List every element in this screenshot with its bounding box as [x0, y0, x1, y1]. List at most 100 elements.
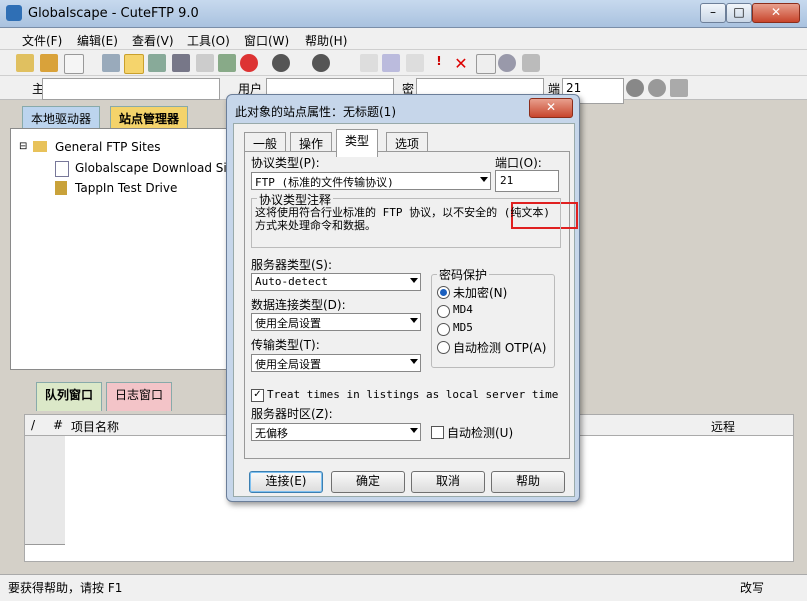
add-site-icon[interactable]	[670, 79, 688, 97]
menu-help[interactable]: 帮助(H)	[305, 32, 347, 49]
cancel-button[interactable]: 取消	[411, 471, 485, 493]
stop-icon[interactable]	[240, 54, 258, 72]
col-number[interactable]: #	[53, 418, 63, 432]
toolbar: ! ✕	[0, 50, 807, 76]
connect-icon[interactable]	[102, 54, 120, 72]
help-button[interactable]: 帮助	[491, 471, 565, 493]
data-conn-select[interactable]: 使用全局设置	[251, 313, 421, 331]
col-remote[interactable]: 远程	[711, 418, 735, 435]
table-row	[25, 454, 65, 473]
edit-icon[interactable]	[360, 54, 378, 72]
table-row	[25, 436, 65, 455]
drive-icon	[55, 181, 67, 195]
shield-icon[interactable]	[522, 54, 540, 72]
radio-label: 自动检测 OTP(A)	[453, 341, 547, 355]
maximize-button[interactable]: □	[726, 3, 752, 23]
minimize-button[interactable]: –	[700, 3, 726, 23]
collapse-icon[interactable]: ⊟	[19, 141, 27, 152]
tab-queue[interactable]: 队列窗口	[36, 382, 103, 411]
protocol-label: 协议类型(P):	[251, 156, 320, 170]
delete-icon[interactable]: ✕	[452, 54, 470, 73]
tree-root[interactable]: General FTP Sites	[55, 140, 160, 154]
download-icon[interactable]	[272, 54, 290, 72]
site-tree: ⊟ General FTP Sites Globalscape Download…	[10, 128, 240, 370]
timezone-value: 无偏移	[255, 427, 288, 440]
folder-icon	[33, 141, 47, 152]
server-type-select[interactable]: Auto-detect	[251, 273, 421, 291]
upload-icon[interactable]	[312, 54, 330, 72]
tab-log[interactable]: 日志窗口	[106, 382, 173, 411]
menu-view[interactable]: 查看(V)	[132, 32, 174, 49]
lock-icon[interactable]	[196, 54, 214, 72]
radio-unencrypted[interactable]	[437, 286, 450, 299]
port-label: 端口(O):	[495, 156, 542, 170]
timezone-label: 服务器时区(Z):	[251, 407, 333, 421]
connect-button[interactable]: 连接(E)	[249, 471, 323, 493]
page-icon	[55, 161, 69, 177]
menu-file[interactable]: 文件(F)	[22, 32, 62, 49]
connect-icon[interactable]	[626, 79, 644, 97]
chevron-down-icon	[410, 278, 418, 283]
radio-label: MD4	[453, 303, 473, 316]
dialog-body: 一般 操作 类型 选项 协议类型(P): FTP (标准的文件传输协议) 端口(…	[233, 123, 578, 497]
host-input[interactable]	[42, 78, 220, 100]
page-icon[interactable]	[476, 54, 496, 74]
queue-tabs: 队列窗口 日志窗口	[36, 380, 256, 411]
col-item-name[interactable]: 项目名称	[71, 418, 119, 435]
col-slash[interactable]: /	[31, 418, 35, 432]
select-icon[interactable]	[124, 54, 144, 74]
menu-edit[interactable]: 编辑(E)	[77, 32, 118, 49]
auto-detect-label: 自动检测(U)	[447, 426, 514, 440]
app-icon	[6, 5, 22, 21]
table-row	[25, 472, 65, 491]
treat-times-label: Treat times in listings as local server …	[267, 388, 559, 401]
menu-tools[interactable]: 工具(O)	[187, 32, 230, 49]
timezone-select[interactable]: 无偏移	[251, 423, 421, 441]
tree-item[interactable]: TappIn Test Drive	[75, 181, 177, 195]
new-icon[interactable]	[64, 54, 84, 74]
globe-icon[interactable]	[498, 54, 516, 72]
radio-md4[interactable]	[437, 305, 450, 318]
gear-icon[interactable]	[648, 79, 666, 97]
port-input[interactable]: 21	[495, 170, 559, 192]
chevron-down-icon	[410, 318, 418, 323]
password-group-title: 密码保护	[437, 266, 490, 283]
treat-times-checkbox[interactable]: ✓	[251, 389, 264, 402]
radio-md5[interactable]	[437, 323, 450, 336]
server-type-label: 服务器类型(S):	[251, 258, 333, 272]
chevron-down-icon	[480, 177, 488, 182]
open-icon[interactable]	[16, 54, 34, 72]
table-row	[25, 490, 65, 509]
tab-type[interactable]: 类型	[336, 129, 379, 157]
reconnect-icon[interactable]	[148, 54, 166, 72]
exclamation-icon[interactable]: !	[430, 54, 448, 72]
title-bar: Globalscape - CuteFTP 9.0 – □ ✕	[0, 0, 807, 28]
menu-window[interactable]: 窗口(W)	[244, 32, 289, 49]
dialog-title: 此对象的站点属性：无标题(1)	[235, 105, 396, 119]
type-tab-panel: 协议类型(P): FTP (标准的文件传输协议) 端口(O): 21 协议类型注…	[244, 151, 578, 459]
radio-auto-otp[interactable]	[437, 341, 450, 354]
close-button[interactable]: ✕	[752, 3, 800, 23]
auto-detect-checkbox[interactable]	[431, 426, 444, 439]
ok-button[interactable]: 确定	[331, 471, 405, 493]
transfer-select[interactable]: 使用全局设置	[251, 354, 421, 372]
server-type-value: Auto-detect	[255, 275, 328, 288]
chevron-down-icon	[410, 428, 418, 433]
menu-bar: 文件(F) 编辑(E) 查看(V) 工具(O) 窗口(W) 帮助(H)	[0, 28, 807, 50]
protocol-select[interactable]: FTP (标准的文件传输协议)	[251, 172, 491, 190]
disconnect-icon[interactable]	[172, 54, 190, 72]
window-title: Globalscape - CuteFTP 9.0	[28, 6, 199, 21]
dialog-close-button[interactable]: ✕	[529, 98, 573, 118]
refresh-icon[interactable]	[218, 54, 236, 72]
status-help: 要获得帮助，请按 F1	[8, 581, 123, 595]
properties-icon[interactable]	[406, 54, 424, 72]
tree-item[interactable]: Globalscape Download Sit	[75, 161, 231, 175]
table-row	[25, 526, 65, 545]
wizard-icon[interactable]	[40, 54, 58, 72]
protocol-note-text: 这将使用符合行业标准的 FTP 协议，以不安全的 (纯文本) 方式来处理命令和数…	[255, 206, 550, 232]
table-row	[25, 508, 65, 527]
data-conn-label: 数据连接类型(D):	[251, 298, 346, 312]
data-conn-value: 使用全局设置	[255, 317, 321, 330]
view-icon[interactable]	[382, 54, 400, 72]
status-bar: 要获得帮助，请按 F1 改写	[0, 574, 807, 601]
